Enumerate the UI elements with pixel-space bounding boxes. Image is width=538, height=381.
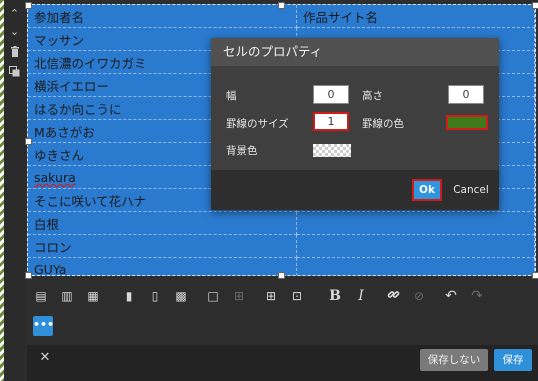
editor-footer: ✕ 保存しない 保存 <box>27 345 538 381</box>
resize-handle[interactable] <box>532 2 538 9</box>
border-size-label: 罫線のサイズ <box>226 118 289 130</box>
trash-icon[interactable] <box>4 46 25 62</box>
table-cell[interactable]: 作品サイト名 <box>296 5 535 28</box>
table-cell[interactable] <box>296 211 535 235</box>
italic-icon[interactable]: I <box>353 288 369 304</box>
table-cell[interactable]: 白根 <box>28 211 297 235</box>
table-grid-icon[interactable]: ⊞ <box>263 288 279 304</box>
border-size-field[interactable]: 1 <box>313 112 349 131</box>
cell-properties-icon[interactable]: □ <box>205 288 221 304</box>
insert-row-above-icon[interactable]: ▤ <box>33 288 49 304</box>
width-field[interactable]: 0 <box>313 85 349 104</box>
resize-handle[interactable] <box>25 2 32 9</box>
duplicate-icon[interactable] <box>4 66 25 82</box>
table-toolbar: ▤ ▥ ▦ ▮ ▯ ▩ □ ⊞ ⊞ ⊡ B I ⊘ ↶ ↷ <box>27 280 536 312</box>
link-icon[interactable] <box>385 288 401 304</box>
chevron-up-icon[interactable]: ⌃ <box>4 6 25 22</box>
resize-handle[interactable] <box>278 2 285 9</box>
table-cell[interactable]: コロン <box>28 234 297 258</box>
dialog-title: セルのプロパティ <box>211 38 499 66</box>
height-field[interactable]: 0 <box>448 85 484 104</box>
width-label: 幅 <box>226 90 237 102</box>
unlink-icon[interactable]: ⊘ <box>411 288 427 304</box>
merge-cells-icon[interactable]: ⊞ <box>231 288 247 304</box>
undo-icon[interactable]: ↶ <box>443 288 459 304</box>
insert-column-right-icon[interactable]: ▯ <box>147 288 163 304</box>
border-color-swatch[interactable] <box>446 115 488 130</box>
cell-properties-dialog: セルのプロパティ 幅 0 高さ 0 罫線のサイズ 1 罫線の色 背景色 Ok C… <box>211 38 499 210</box>
table-row: コロン <box>28 234 535 258</box>
border-color-label: 罫線の色 <box>362 118 404 130</box>
table-cell[interactable]: GUYa <box>28 257 297 275</box>
table-border-icon[interactable]: ⊡ <box>289 288 305 304</box>
delete-row-icon[interactable]: ▦ <box>85 288 101 304</box>
discard-button[interactable]: 保存しない <box>420 349 488 371</box>
resize-handle[interactable] <box>25 272 32 279</box>
redo-icon[interactable]: ↷ <box>469 288 485 304</box>
background-color-label: 背景色 <box>226 145 258 157</box>
insert-row-below-icon[interactable]: ▥ <box>59 288 75 304</box>
height-label: 高さ <box>362 90 383 102</box>
dialog-body: 幅 0 高さ 0 罫線のサイズ 1 罫線の色 背景色 <box>211 66 499 170</box>
cancel-button[interactable]: Cancel <box>449 179 493 201</box>
bold-icon[interactable]: B <box>327 288 343 304</box>
more-options-button[interactable]: ••• <box>33 316 54 336</box>
delete-column-icon[interactable]: ▩ <box>173 288 189 304</box>
resize-handle[interactable] <box>278 272 285 279</box>
resize-handle[interactable] <box>532 272 538 279</box>
ok-button[interactable]: Ok <box>412 179 442 201</box>
insert-column-left-icon[interactable]: ▮ <box>121 288 137 304</box>
table-cell[interactable] <box>296 234 535 258</box>
block-side-rail: ⌃ ⌄ <box>4 0 25 381</box>
dialog-footer: Ok Cancel <box>211 170 499 210</box>
table-cell[interactable] <box>296 257 535 275</box>
table-row: 白根 <box>28 211 535 235</box>
resize-handle[interactable] <box>25 138 32 145</box>
chevron-down-icon[interactable]: ⌄ <box>4 24 25 40</box>
background-color-swatch[interactable] <box>313 144 351 157</box>
table-cell[interactable]: 参加者名 <box>28 5 297 28</box>
save-button[interactable]: 保存 <box>494 349 532 371</box>
close-icon[interactable]: ✕ <box>38 351 52 365</box>
